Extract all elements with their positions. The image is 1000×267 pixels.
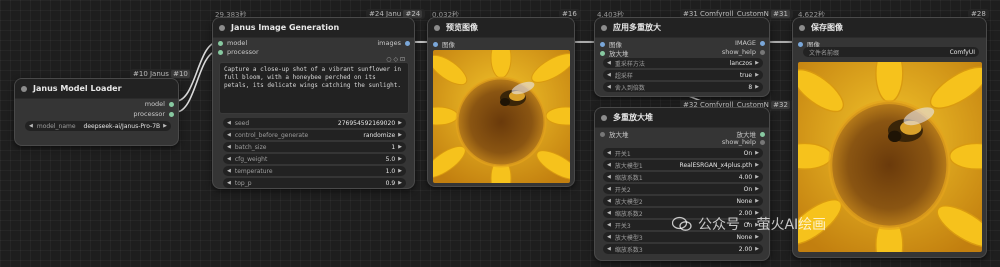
loader-title-bar[interactable]: Janus Model Loader (15, 79, 178, 99)
top-p-widget[interactable]: ◀ top_p 0.9 ▶ (223, 178, 406, 188)
upscale-stack-title-bar[interactable]: 多重放大堆 (595, 108, 769, 128)
collapse-dot-icon[interactable] (219, 24, 225, 31)
scale-factor-1-widget[interactable]: ◀ 缩放系数1 4.00 ▶ (603, 172, 763, 182)
arrow-left-icon[interactable]: ◀ (29, 123, 33, 129)
upscale-model-1-widget[interactable]: ◀ 放大模型1 RealESRGAN_x4plus.pth ▶ (603, 160, 763, 170)
output-show-help[interactable]: show_help (722, 48, 765, 56)
input-image-socket-icon[interactable] (600, 41, 605, 47)
loader-title: Janus Model Loader (33, 84, 122, 93)
collapse-dot-icon[interactable] (21, 85, 27, 92)
output-help-socket-icon[interactable] (760, 139, 765, 145)
collapse-dot-icon[interactable] (799, 24, 805, 31)
output-model-socket-icon[interactable] (169, 101, 174, 107)
control-before-generate-widget[interactable]: ◀ control_before_generate randomize ▶ (223, 130, 406, 140)
upscale-stack-title: 多重放大堆 (613, 113, 653, 122)
preview-sunflower-image[interactable] (433, 50, 570, 183)
input-model-socket-icon[interactable] (218, 40, 223, 46)
output-processor[interactable]: processor (133, 110, 174, 118)
input-processor[interactable]: processor (218, 48, 259, 56)
multi-upscale-stack-node[interactable]: 多重放大堆 放大堆 放大堆 show_help ◀ 开关1 On ▶ ◀ 放大模型1 Re… (594, 107, 770, 261)
temperature-widget[interactable]: ◀ temperature 1.0 ▶ (223, 166, 406, 176)
preview-title-bar[interactable]: 预览图像 (428, 18, 574, 38)
save-title-bar[interactable]: 保存图像 (793, 18, 986, 38)
upscale-apply-title-bar[interactable]: 应用多重放大 (595, 18, 769, 38)
round-to-multiple-widget[interactable]: ◀ 舍入到倍数 8 ▶ (603, 82, 763, 92)
input-image[interactable]: 图像 (433, 39, 455, 49)
output-image[interactable]: IMAGE (735, 39, 765, 47)
apply-multi-upscale-node[interactable]: 应用多重放大 图像 放大堆 IMAGE show_help ◀ 重采样方法 lanc… (594, 17, 770, 97)
preview-title: 预览图像 (446, 23, 478, 32)
scale-factor-3-widget[interactable]: ◀ 缩放系数3 2.00 ▶ (603, 244, 763, 254)
watermark-separator: · (746, 216, 751, 232)
janus-gen-title: Janus Image Generation (231, 23, 340, 32)
batch-size-widget[interactable]: ◀ batch_size 1 ▶ (223, 142, 406, 152)
input-processor-socket-icon[interactable] (218, 49, 223, 55)
output-image-socket-icon[interactable] (760, 40, 765, 46)
output-stack-socket-icon[interactable] (760, 131, 765, 137)
input-model[interactable]: model (218, 39, 247, 47)
janus-image-generation-node[interactable]: Janus Image Generation model processor i… (212, 17, 415, 189)
switch-1-widget[interactable]: ◀ 开关1 On ▶ (603, 148, 763, 158)
model-name-select[interactable]: ◀ model_name deepseek-ai/Janus-Pro-7B ▶ (25, 121, 171, 131)
resample-method-widget[interactable]: ◀ 重采样方法 lanczos ▶ (603, 58, 763, 68)
filename-prefix-input[interactable]: 文件名前缀 ComfyUI (803, 47, 979, 57)
upscale-apply-title: 应用多重放大 (613, 23, 661, 32)
output-model[interactable]: model (145, 100, 174, 108)
collapse-dot-icon[interactable] (434, 24, 440, 31)
input-stack-socket-icon[interactable] (600, 131, 605, 137)
janus-gen-title-bar[interactable]: Janus Image Generation (213, 18, 414, 38)
seed-widget[interactable]: ◀ seed 276954592169020 ▶ (223, 118, 406, 128)
sunflower-bee-image (433, 50, 570, 183)
wechat-icon (672, 216, 692, 231)
output-show-help[interactable]: show_help (722, 138, 765, 146)
output-images[interactable]: images (377, 39, 410, 47)
watermark: 公众号 · 萤火AI绘画 (672, 214, 826, 234)
watermark-author: 萤火AI绘画 (756, 217, 827, 233)
upscale-model-2-widget[interactable]: ◀ 放大模型2 None ▶ (603, 196, 763, 206)
prompt-textarea[interactable]: Capture a close-up shot of a vibrant sun… (219, 62, 409, 114)
preview-image-node[interactable]: 预览图像 图像 (427, 17, 575, 187)
input-image-socket-icon[interactable] (798, 41, 803, 47)
input-image-socket-icon[interactable] (433, 41, 438, 47)
supersample-widget[interactable]: ◀ 超采样 true ▶ (603, 70, 763, 80)
output-images-socket-icon[interactable] (405, 40, 410, 46)
janus-model-loader-node[interactable]: Janus Model Loader model processor ◀ mod… (14, 78, 179, 146)
save-title: 保存图像 (811, 23, 843, 32)
input-stack-socket-icon[interactable] (600, 50, 605, 56)
input-upscale-stack[interactable]: 放大堆 (600, 48, 629, 58)
arrow-right-icon[interactable]: ▶ (163, 123, 167, 129)
cfg-weight-widget[interactable]: ◀ cfg_weight 5.0 ▶ (223, 154, 406, 164)
output-processor-socket-icon[interactable] (169, 111, 174, 117)
switch-2-widget[interactable]: ◀ 开关2 On ▶ (603, 184, 763, 194)
collapse-dot-icon[interactable] (601, 24, 607, 31)
watermark-platform: 公众号 (698, 217, 740, 233)
input-upscale-stack[interactable]: 放大堆 (600, 129, 629, 139)
collapse-dot-icon[interactable] (601, 114, 607, 121)
output-help-socket-icon[interactable] (760, 49, 765, 55)
